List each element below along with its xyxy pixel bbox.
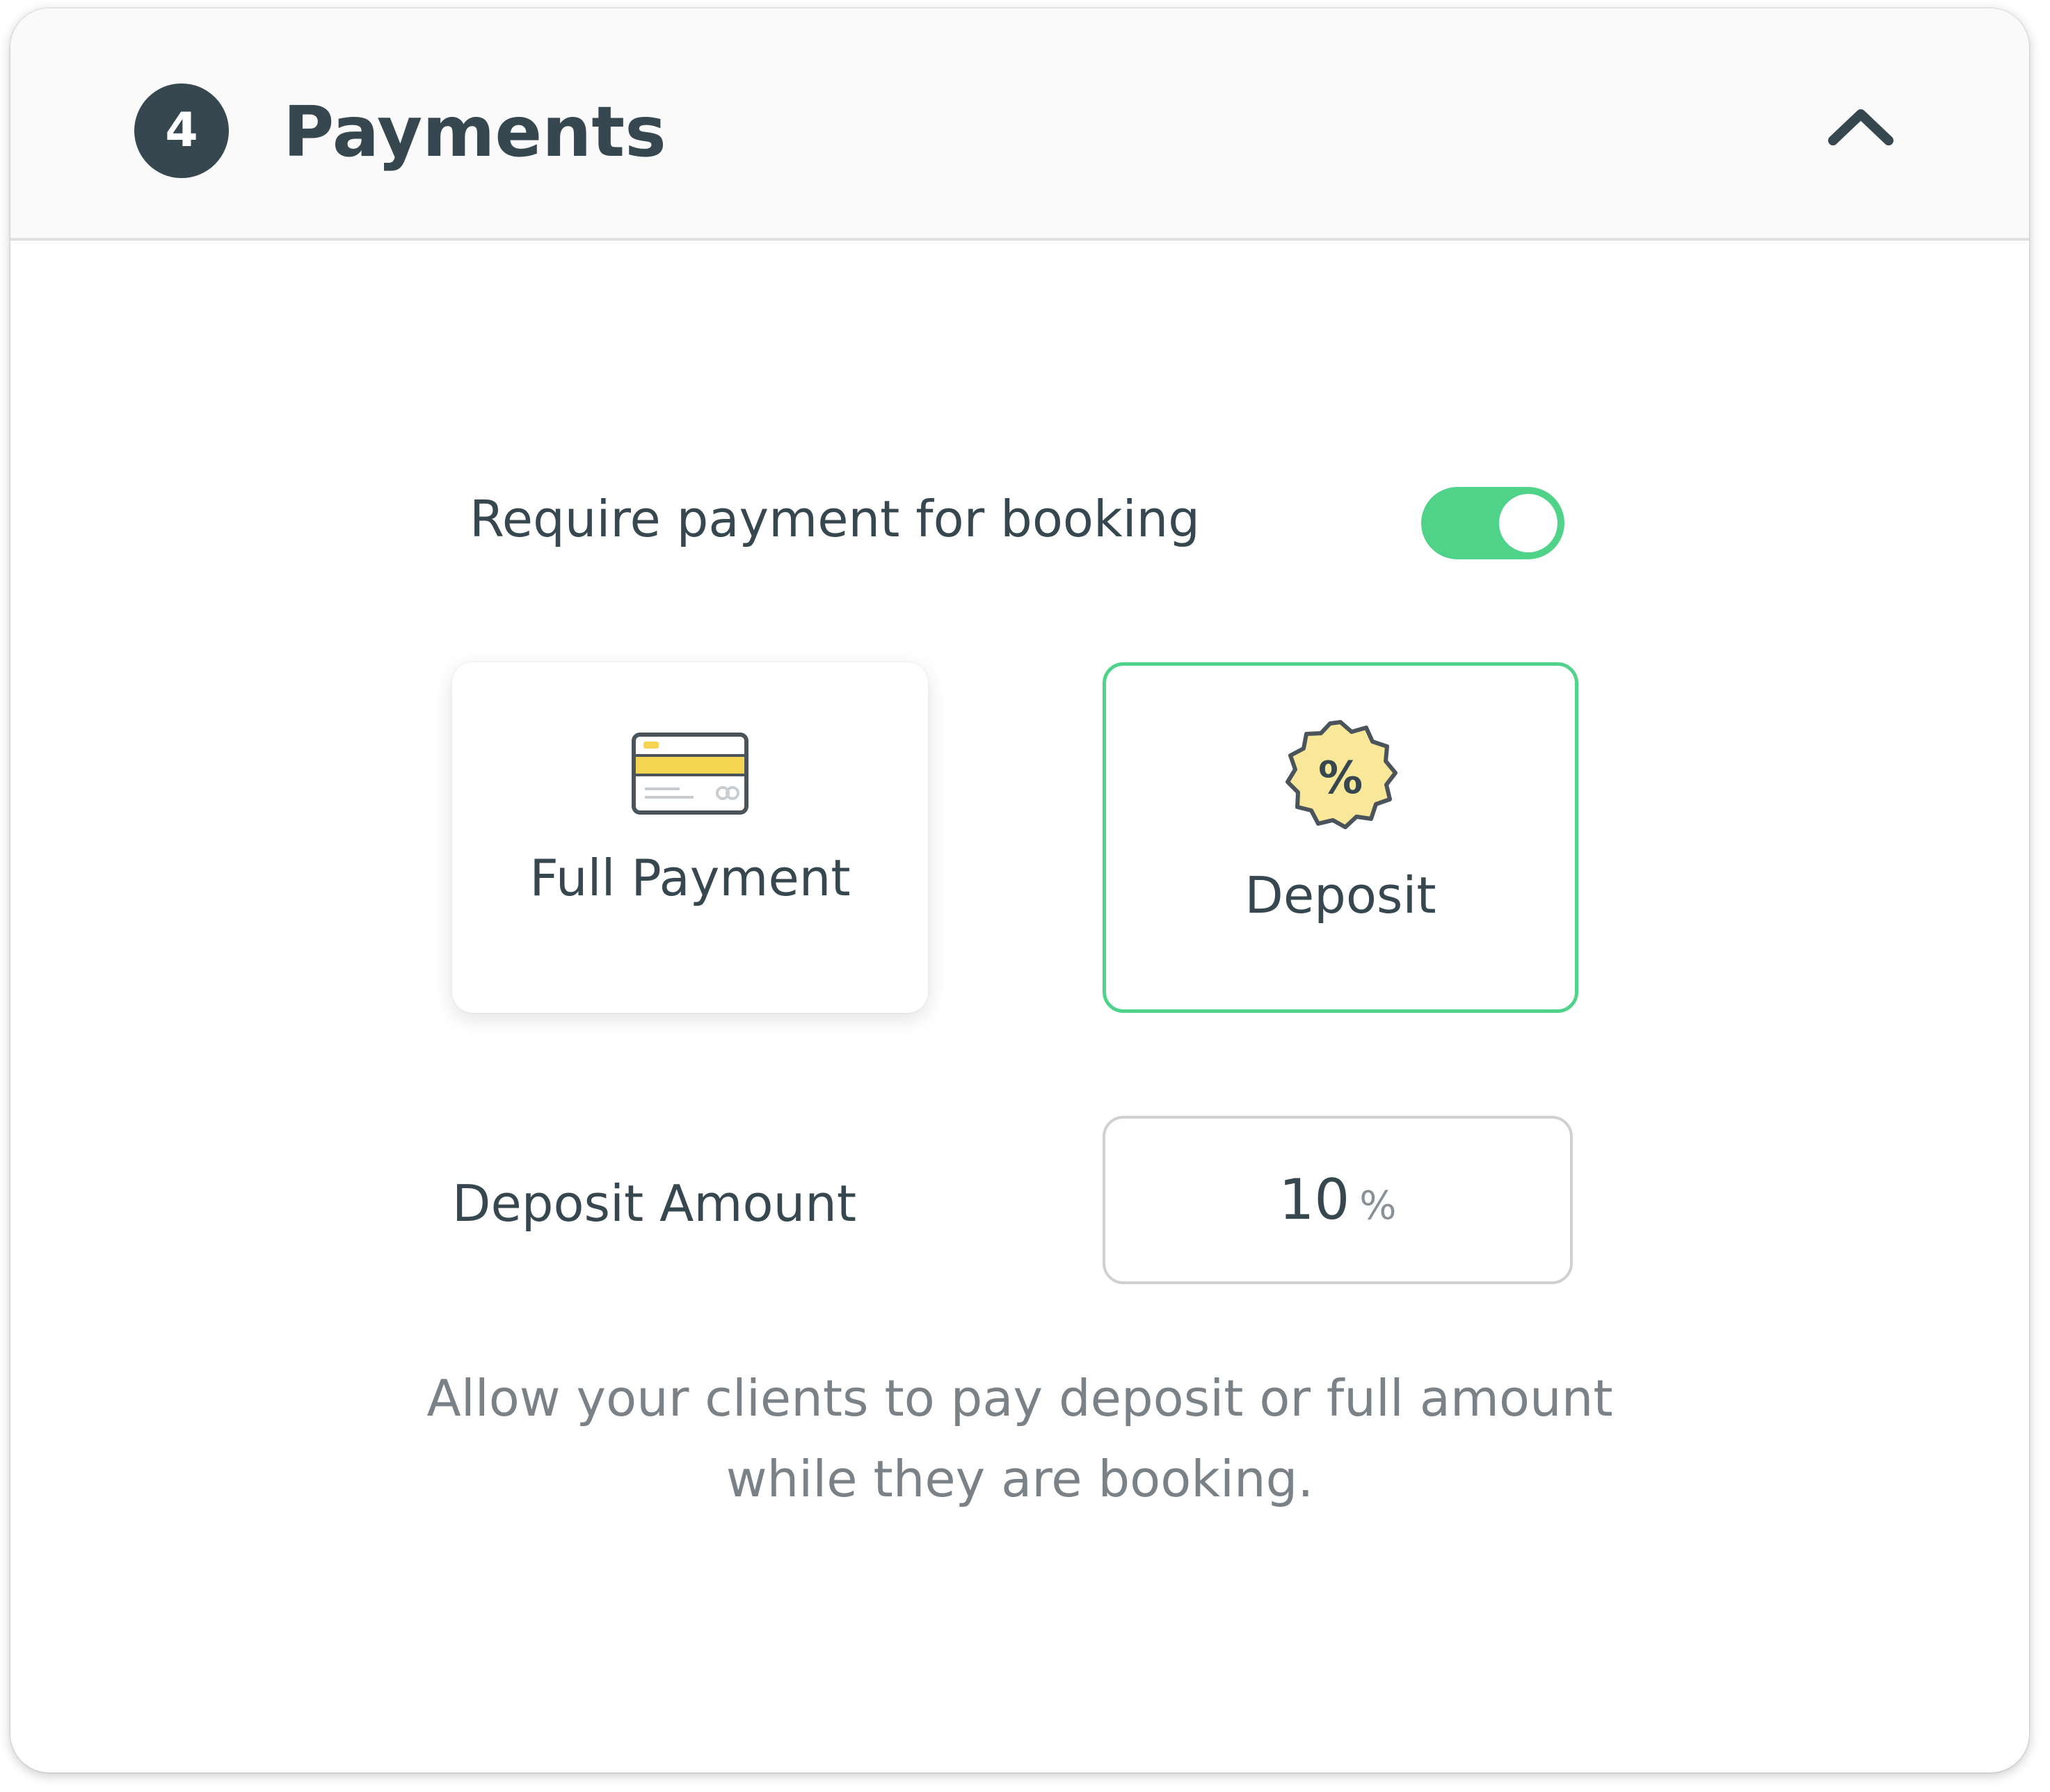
full-payment-label: Full Payment (529, 849, 851, 907)
section-title: Payments (283, 91, 666, 173)
deposit-amount-input[interactable]: 10% (1103, 1116, 1573, 1284)
chevron-up-icon (1828, 109, 1893, 145)
require-payment-label: Require payment for booking (470, 490, 1200, 548)
credit-card-icon (632, 733, 748, 815)
help-text: Allow your clients to pay deposit or ful… (426, 1369, 1613, 1508)
percent-badge-icon: % (1286, 720, 1398, 829)
deposit-label: Deposit (1244, 866, 1436, 925)
payments-card: 4 Payments Require payment for booking F… (10, 8, 2029, 1773)
section-header[interactable]: 4 Payments (10, 8, 2029, 241)
step-number-badge: 4 (134, 83, 229, 178)
deposit-option[interactable]: % Deposit (1103, 662, 1578, 1013)
deposit-amount-value: 10 (1279, 1167, 1350, 1232)
toggle-knob (1499, 494, 1557, 552)
require-payment-toggle[interactable] (1421, 487, 1564, 559)
full-payment-option[interactable]: Full Payment (452, 662, 928, 1013)
deposit-amount-unit: % (1359, 1183, 1397, 1229)
svg-text:%: % (1318, 753, 1363, 804)
deposit-amount-label: Deposit Amount (452, 1174, 857, 1233)
collapse-button[interactable] (1819, 92, 1903, 161)
